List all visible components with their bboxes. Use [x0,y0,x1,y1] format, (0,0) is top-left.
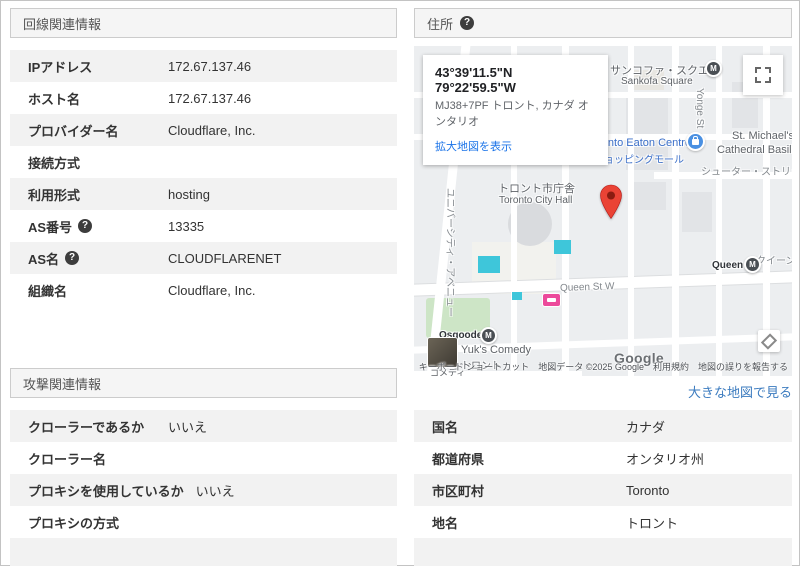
row-value: hosting [168,186,210,202]
map-data-copyright: 地図データ ©2025 Google [538,362,644,372]
row-label: 地名 [432,515,459,531]
panel-title-address: 住所 [427,16,454,32]
table-row: 都道府県 オンタリオ州 [414,442,792,474]
table-row: 市区町村 Toronto [414,474,792,506]
streetcar-badge[interactable] [542,293,561,307]
row-value: いいえ [168,419,208,435]
osgoode-station-icon[interactable]: M [480,327,497,344]
row-value: Cloudflare, Inc. [168,122,256,138]
queen-station-icon[interactable]: M [744,256,761,273]
row-value: Cloudflare, Inc. [168,282,256,298]
road-church-st [763,46,770,376]
shopping-icon[interactable] [686,132,705,151]
panel-header-network: 回線関連情報 [10,8,397,38]
help-icon[interactable]: ? [460,16,475,30]
google-map-embed[interactable]: サンコファ・スクエア Sankofa Square St. Michael's Cat… [414,46,792,376]
map-attribution: キーボード ショートカット 地図データ ©2025 Google 利用規約 地図… [419,360,788,373]
row-value: トロント [626,515,679,531]
row-label: 利用形式 [28,187,81,203]
row-label: 国名 [432,419,459,435]
enlarge-map-link[interactable]: 拡大地図を表示 [435,138,512,154]
table-row: 利用形式 hosting [10,178,397,210]
table-row: プロキシの方式 [10,506,397,538]
panel-title-network: 回線関連情報 [23,16,102,32]
left-column: 回線関連情報 IPアドレス 172.67.137.46 ホスト名 172.67.137… [10,8,397,566]
row-label: クローラーであるか [28,419,145,435]
panel-title-attack: 攻撃関連情報 [23,376,102,392]
panel-header-address: 住所 ? [414,8,792,38]
row-value: カナダ [626,419,666,435]
table-row: 組織名 Cloudflare, Inc. [10,274,397,306]
pool-feature [554,240,571,254]
sankofa-square-block [632,70,664,90]
table-row: IPアドレス 172.67.137.46 [10,50,397,82]
coordinates-text: 43°39'11.5"N 79°22'59.5"W [435,65,516,95]
fullscreen-button[interactable] [743,55,783,95]
row-value: 172.67.137.46 [168,58,252,74]
row-value: いいえ [195,483,235,499]
row-label: ホスト名 [28,91,81,107]
row-label: クローラー名 [28,451,107,467]
view-larger-map-link[interactable]: 大きな地図で見る [688,385,792,400]
table-row: AS番号? 13335 [10,210,397,242]
table-row: クローラー名 [10,442,397,474]
row-value: CLOUDFLARENET [168,250,282,266]
table-row: 国名 カナダ [414,410,792,442]
pool-feature [512,292,522,300]
panel-header-attack: 攻撃関連情報 [10,368,397,398]
report-map-error-link[interactable]: 地図の誤りを報告する [698,360,788,373]
road-vertical [628,46,634,376]
help-icon[interactable]: ? [65,251,80,265]
row-label: プロバイダー名 [28,123,119,139]
table-row: プロキシを使用しているか いいえ [10,474,397,506]
row-label: AS番号? [10,217,168,236]
building-block [630,182,666,210]
tilt-control-button[interactable] [758,330,780,352]
row-value: 172.67.137.46 [168,90,252,106]
label-queen-st-right: クイーン [756,256,792,267]
row-label: 組織名 [28,283,68,299]
label-cathedral-basilica: Cathedral Basilica [717,144,792,156]
table-row-clipped [10,538,397,566]
tilt-icon [760,332,778,350]
terms-link[interactable]: 利用規約 [653,360,689,373]
row-label: IPアドレス [28,59,93,75]
big-map-link-row: 大きな地図で見る [414,382,792,400]
road-yonge-st [672,46,679,376]
row-value: 13335 [168,218,205,234]
page: 回線関連情報 IPアドレス 172.67.137.46 ホスト名 172.67.137… [0,0,800,566]
fullscreen-icon [755,67,771,83]
row-label: AS名? [10,249,168,268]
row-label: プロキシを使用しているか [28,483,184,499]
map-info-card: 43°39'11.5"N 79°22'59.5"W MJ38+7PF トロント,… [423,55,608,165]
road-queen-st-w [414,271,792,296]
row-value: オンタリオ州 [626,451,705,467]
label-sankofa-square-ja: サンコファ・スクエア [610,65,720,77]
row-value: Toronto [626,482,670,498]
table-row: 接続方式 [10,146,397,178]
table-row: 地名 トロント [414,506,792,538]
road-vertical [716,46,722,376]
keyboard-shortcuts-link[interactable]: キーボード ショートカット [419,360,530,373]
table-row: ホスト名 172.67.137.46 [10,82,397,114]
building-block [682,192,712,232]
table-row: AS名? CLOUDFLARENET [10,242,397,274]
network-info-table: IPアドレス 172.67.137.46 ホスト名 172.67.137.46 プロバイ… [10,50,397,306]
table-row: クローラーであるか いいえ [10,410,397,442]
attack-info-table: クローラーであるか いいえ クローラー名 プロキシを使用しているか いいえ プロキシの方式 [10,410,397,566]
address-table: 国名 カナダ都道府県 オンタリオ州市区町村 Toronto 地名 トロント [414,410,792,566]
right-column: 住所 ? サンコファ・スクエア Sankofa Square St. Micha… [414,8,792,566]
row-label: 接続方式 [28,155,81,171]
table-row: プロバイダー名 Cloudflare, Inc. [10,114,397,146]
reflecting-pool [478,256,500,273]
table-row-clipped [414,538,792,566]
row-label: 市区町村 [432,483,485,499]
map-pin[interactable] [599,184,623,220]
station-icon[interactable]: M [705,60,722,77]
row-label: プロキシの方式 [28,515,120,531]
plus-code-address: MJ38+7PF トロント, カナダ オンタリオ [435,100,589,128]
row-label: 都道府県 [432,451,485,467]
help-icon[interactable]: ? [78,219,93,233]
